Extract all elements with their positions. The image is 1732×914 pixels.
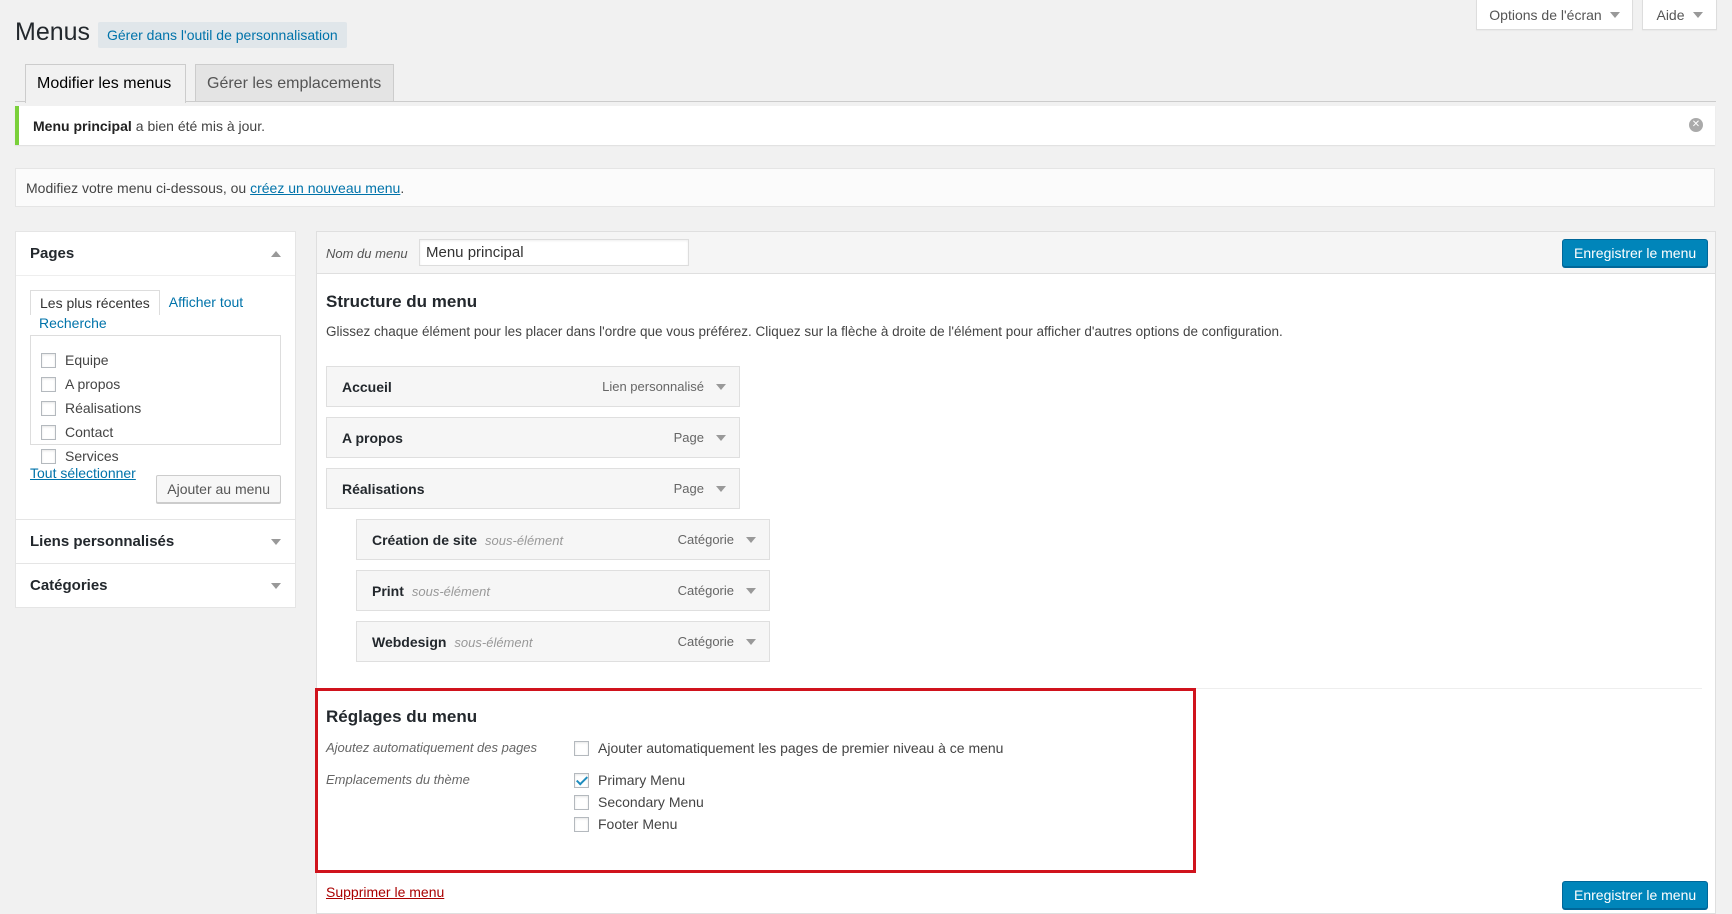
menu-item-type: Page (674, 481, 726, 496)
chevron-up-icon (271, 250, 281, 257)
menu-subitem[interactable]: Print sous-élément Catégorie (356, 570, 770, 611)
checkbox[interactable] (41, 448, 56, 464)
manage-text: Modifiez votre menu ci-dessous, ou (26, 179, 247, 196)
menu-item-title: Réalisations (342, 480, 425, 497)
page-label: Services (65, 448, 119, 464)
tab-search[interactable]: Recherche (30, 315, 116, 335)
menu-item-type: Lien personnalisé (602, 379, 726, 394)
chevron-down-icon[interactable] (716, 485, 726, 492)
custom-links-section: Liens personnalisés (16, 520, 295, 564)
menu-item-type-label: Lien personnalisé (602, 379, 704, 394)
page-label: Contact (65, 424, 114, 440)
dismiss-icon[interactable]: ✕ (1689, 118, 1703, 132)
menu-item-type-label: Catégorie (677, 583, 734, 598)
menu-subitem[interactable]: Création de site sous-élément Catégorie (356, 519, 770, 560)
menu-item-type: Catégorie (678, 532, 756, 547)
chevron-down-icon (271, 582, 281, 589)
menu-item-sub: sous-élément (485, 532, 564, 548)
save-menu-button-top[interactable]: Enregistrer le menu (1562, 239, 1709, 267)
menu-item-title: Print sous-élément (372, 583, 490, 599)
custom-links-title: Liens personnalisés (30, 533, 175, 550)
notice-menu-name: Menu principal (33, 117, 132, 134)
chevron-down-icon (1692, 11, 1703, 18)
delete-menu-link[interactable]: Supprimer le menu (326, 884, 444, 900)
menu-sidebar: Pages Les plus récentes Afficher tout Re… (15, 231, 296, 608)
chevron-down-icon[interactable] (716, 383, 726, 390)
categories-title: Catégories (30, 577, 108, 594)
customize-button[interactable]: Gérer dans l'outil de personnalisation (98, 22, 347, 48)
manage-menus-box: Modifiez votre menu ci-dessous, ou créez… (15, 168, 1715, 207)
menu-item-type-label: Catégorie (677, 532, 734, 547)
menu-item-type: Page (674, 430, 726, 445)
menu-item[interactable]: A propos Page (326, 417, 740, 458)
custom-links-header[interactable]: Liens personnalisés (16, 520, 295, 563)
screen-options-button[interactable]: Options de l'écran (1476, 0, 1633, 30)
pages-section-header[interactable]: Pages (16, 232, 295, 275)
page-title: Menus (15, 18, 91, 46)
menu-item-type: Catégorie (678, 583, 756, 598)
tab-divider (15, 101, 1716, 102)
list-item[interactable]: Equipe (41, 348, 270, 372)
structure-title: Structure du menu (326, 292, 478, 311)
help-label: Aide (1656, 6, 1685, 23)
page-label: A propos (65, 376, 121, 392)
menu-item[interactable]: Accueil Lien personnalisé (326, 366, 740, 407)
pages-actions: Tout sélectionner Ajouter au menu (30, 465, 281, 503)
tab-manage-locations[interactable]: Gérer les emplacements (195, 64, 394, 102)
chevron-down-icon[interactable] (716, 434, 726, 441)
list-item[interactable]: Contact (41, 420, 270, 444)
save-menu-button-bottom[interactable]: Enregistrer le menu (1562, 881, 1709, 909)
menu-item-title: Webdesign sous-élément (372, 634, 532, 650)
structure-description: Glissez chaque élément pour les placer d… (326, 324, 1283, 339)
categories-section: Catégories (16, 564, 295, 607)
list-item[interactable]: A propos (41, 372, 270, 396)
menu-item-name: Création de site (372, 531, 478, 548)
page-label: Equipe (65, 352, 109, 368)
chevron-down-icon[interactable] (746, 587, 756, 594)
checkbox[interactable] (41, 376, 56, 392)
screen-options-label: Options de l'écran (1489, 6, 1602, 23)
menu-item-title: Accueil (342, 378, 392, 395)
menu-item-type-label: Catégorie (677, 634, 734, 649)
pages-section-title: Pages (30, 245, 75, 262)
help-button[interactable]: Aide (1642, 0, 1717, 30)
manage-text-end: . (400, 179, 405, 196)
add-to-menu-button[interactable]: Ajouter au menu (156, 475, 281, 503)
menu-item[interactable]: Réalisations Page (326, 468, 740, 509)
menu-name-input[interactable] (419, 239, 689, 266)
list-item[interactable]: Réalisations (41, 396, 270, 420)
chevron-down-icon (1609, 11, 1620, 18)
menu-item-sub: sous-élément (454, 634, 533, 650)
tab-most-recent[interactable]: Les plus récentes (30, 290, 160, 315)
pages-checklist: Equipe A propos Réalisations Contact Ser… (30, 335, 281, 464)
chevron-down-icon[interactable] (746, 638, 756, 645)
menu-item-title: A propos (342, 429, 403, 446)
update-notice: Menu principal a bien été mis à jour. ✕ (15, 106, 1715, 145)
highlight-box (315, 688, 1196, 873)
menu-item-name: Webdesign (372, 633, 447, 650)
select-all-link[interactable]: Tout sélectionner (30, 465, 136, 481)
menu-item-type-label: Page (673, 481, 704, 496)
pages-section-body: Les plus récentes Afficher tout Recherch… (16, 275, 295, 519)
menu-item-sub: sous-élément (411, 583, 490, 599)
menu-item-type: Catégorie (678, 634, 756, 649)
checkbox[interactable] (41, 424, 56, 440)
chevron-down-icon[interactable] (746, 536, 756, 543)
categories-header[interactable]: Catégories (16, 564, 295, 607)
tab-edit-menus[interactable]: Modifier les menus (25, 64, 186, 103)
checkbox[interactable] (41, 400, 56, 416)
tab-view-all[interactable]: Afficher tout (160, 290, 252, 315)
menu-subitem[interactable]: Webdesign sous-élément Catégorie (356, 621, 770, 662)
checkbox[interactable] (41, 352, 56, 368)
menu-item-name: Print (372, 582, 404, 599)
pages-tabs: Les plus récentes Afficher tout Recherch… (30, 276, 281, 335)
menu-item-type-label: Page (673, 430, 704, 445)
menu-name-label: Nom du menu (326, 246, 408, 261)
page-label: Réalisations (65, 400, 142, 416)
menu-item-title: Création de site sous-élément (372, 532, 563, 548)
pages-section: Pages Les plus récentes Afficher tout Re… (16, 232, 295, 520)
chevron-down-icon (271, 538, 281, 545)
notice-text: a bien été mis à jour. (135, 117, 265, 134)
create-new-menu-link[interactable]: créez un nouveau menu (250, 180, 400, 196)
